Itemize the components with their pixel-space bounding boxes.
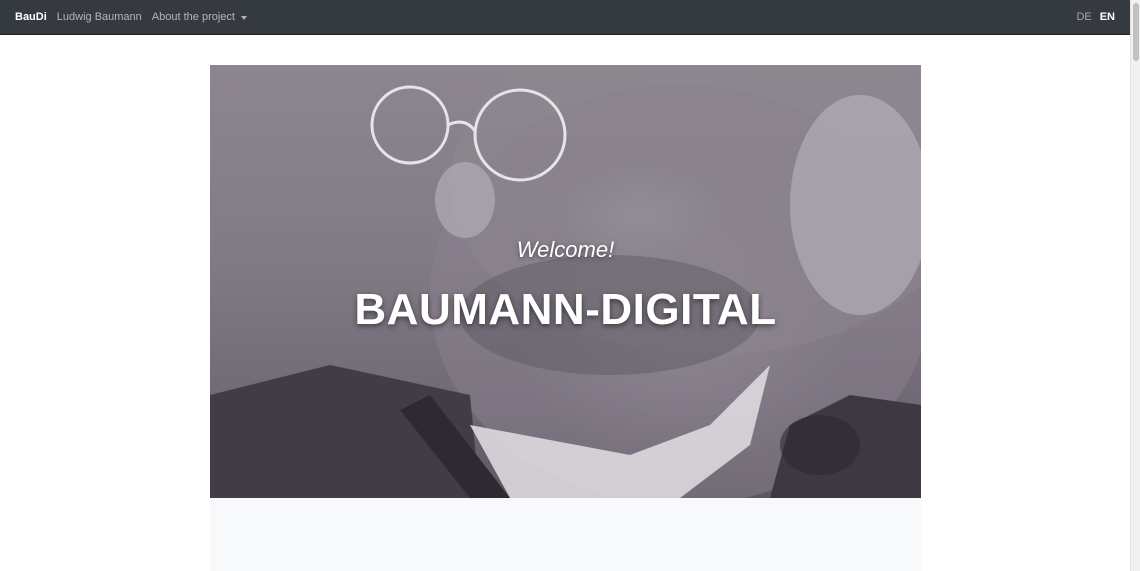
nav-item-ludwig-baumann[interactable]: Ludwig Baumann	[57, 11, 142, 23]
language-en-link[interactable]: EN	[1100, 11, 1115, 23]
top-navbar: BauDi Ludwig Baumann About the project D…	[0, 0, 1130, 35]
nav-dropdown-about[interactable]: About the project	[152, 11, 247, 23]
hero-text-block: Welcome! BAUMANN-DIGITAL	[210, 65, 921, 498]
main-content-area	[210, 498, 921, 571]
vertical-scrollbar[interactable]	[1130, 0, 1140, 571]
hero-title: BAUMANN-DIGITAL	[354, 285, 777, 334]
language-de-link[interactable]: DE	[1076, 11, 1091, 23]
scrollbar-thumb[interactable]	[1133, 3, 1139, 61]
hero-banner: Welcome! BAUMANN-DIGITAL	[210, 65, 921, 498]
caret-down-icon	[240, 15, 247, 20]
brand-link[interactable]: BauDi	[15, 11, 47, 23]
nav-dropdown-label: About the project	[151, 11, 235, 23]
language-switcher: DE EN	[1076, 11, 1115, 23]
hero-welcome-text: Welcome!	[516, 237, 615, 262]
